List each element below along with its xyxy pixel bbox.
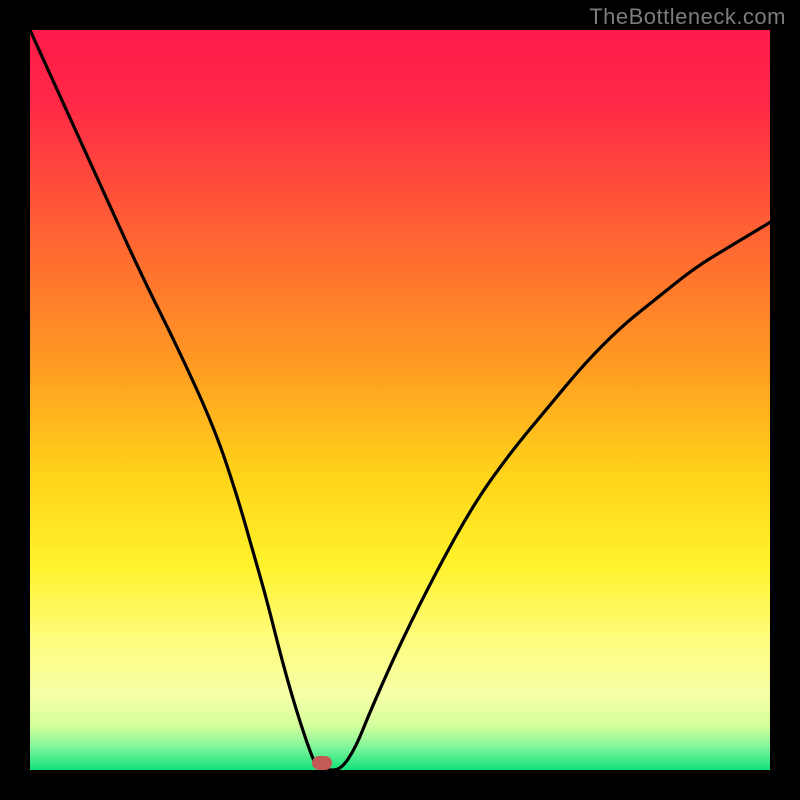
watermark-text: TheBottleneck.com (589, 4, 786, 30)
plot-area (30, 30, 770, 770)
optimal-point-marker (312, 756, 332, 770)
chart-frame: TheBottleneck.com (0, 0, 800, 800)
bottleneck-curve (30, 30, 770, 770)
